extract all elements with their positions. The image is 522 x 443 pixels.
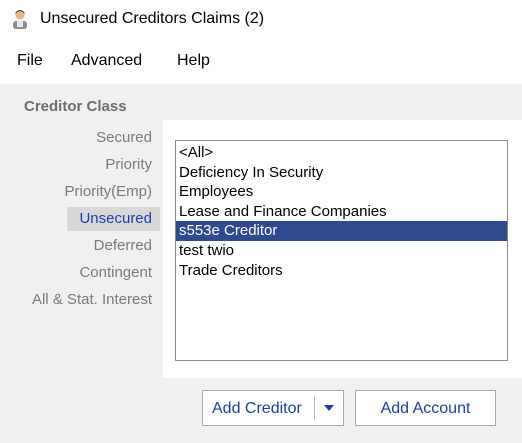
class-item-contingent[interactable]: Contingent: [0, 261, 160, 285]
creditor-list-frame: <All> Deficiency In Security Employees L…: [163, 120, 522, 378]
window-title: Unsecured Creditors Claims (2): [40, 10, 265, 27]
list-item[interactable]: Employees: [176, 182, 507, 202]
title-bar: Unsecured Creditors Claims (2): [0, 0, 522, 40]
creditor-listbox[interactable]: <All> Deficiency In Security Employees L…: [175, 140, 508, 361]
menu-file[interactable]: File: [15, 50, 45, 72]
add-account-label: Add Account: [380, 400, 471, 417]
class-item-priority[interactable]: Priority: [0, 153, 160, 177]
class-item-deferred[interactable]: Deferred: [0, 234, 160, 258]
add-creditor-split-button[interactable]: Add Creditor: [202, 390, 344, 426]
menu-help[interactable]: Help: [175, 50, 212, 72]
list-item[interactable]: Deficiency In Security: [176, 163, 507, 183]
add-account-button[interactable]: Add Account: [355, 390, 496, 426]
caret-down-icon: [324, 405, 334, 411]
person-icon: [11, 9, 29, 29]
class-item-all-stat-interest[interactable]: All & Stat. Interest: [0, 288, 160, 312]
list-item[interactable]: test twio: [176, 241, 507, 261]
creditor-class-heading: Creditor Class: [24, 98, 127, 115]
add-creditor-dropdown-button[interactable]: [315, 391, 343, 425]
list-item[interactable]: Lease and Finance Companies: [176, 202, 507, 222]
add-creditor-button[interactable]: Add Creditor: [212, 400, 302, 418]
menu-bar: File Advanced Help: [0, 46, 522, 76]
main-panel: Creditor Class Secured Priority Priority…: [0, 84, 522, 443]
class-item-secured[interactable]: Secured: [0, 126, 160, 150]
class-item-unsecured[interactable]: Unsecured: [67, 207, 160, 231]
list-item[interactable]: <All>: [176, 143, 507, 163]
list-item-selected[interactable]: s553e Creditor: [176, 221, 507, 241]
menu-advanced[interactable]: Advanced: [69, 50, 144, 72]
list-item[interactable]: Trade Creditors: [176, 261, 507, 281]
class-item-priority-emp[interactable]: Priority(Emp): [0, 180, 160, 204]
